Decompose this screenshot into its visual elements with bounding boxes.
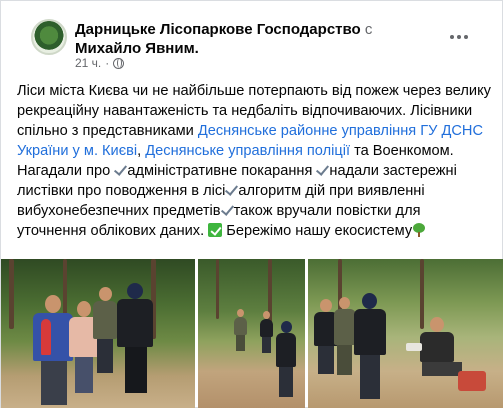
post-timestamp[interactable]: 21 ч. [75, 56, 101, 70]
check-mark-icon [114, 163, 127, 176]
post-header: Дарницьке Лісопаркове Господарство с Мих… [17, 13, 487, 70]
dot-separator: · [105, 56, 110, 70]
photo-1[interactable] [1, 259, 195, 408]
tree-trunk [216, 259, 219, 319]
tree-trunk [63, 259, 67, 319]
post-meta: 21 ч. · [75, 56, 125, 70]
comma-text: , [137, 143, 142, 159]
globe-icon[interactable] [113, 57, 125, 69]
forest-logo-icon[interactable] [31, 19, 67, 55]
check-mark-icon [221, 203, 234, 216]
post-author-line: Дарницьке Лісопаркове Господарство с Мих… [75, 20, 425, 58]
post-closing: Бережімо нашу екосистему [226, 223, 413, 239]
photo-3[interactable] [308, 259, 503, 408]
check-mark-icon [225, 183, 238, 196]
facebook-post: Дарницьке Лісопаркове Господарство с Мих… [0, 0, 503, 408]
more-horizontal-icon[interactable] [445, 27, 473, 47]
green-check-box-icon [208, 223, 223, 237]
tree-trunk [9, 259, 14, 329]
author-name-link[interactable]: Дарницьке Лісопаркове Господарство [75, 21, 361, 38]
leaflet [406, 343, 422, 351]
with-word: с [364, 21, 373, 38]
photo-grid [1, 259, 503, 408]
backpack [458, 371, 486, 391]
photo-2[interactable] [198, 259, 305, 408]
tree-icon [412, 223, 426, 237]
police-page-link[interactable]: Деснянське управління поліції [145, 143, 350, 159]
post-item-1: адміністративне покарання [127, 163, 313, 179]
tagged-person-link[interactable]: Михайло Явним [75, 40, 195, 57]
check-mark-icon [316, 163, 329, 176]
post-text: Ліси міста Києва чи не найбільше потерпа… [17, 81, 491, 241]
tree-trunk [420, 259, 424, 329]
author-suffix: . [194, 40, 199, 57]
